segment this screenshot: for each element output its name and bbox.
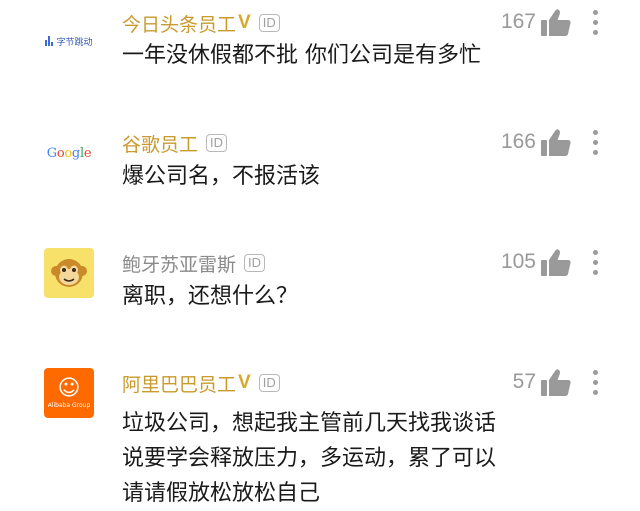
more-options-icon[interactable] xyxy=(590,130,600,158)
avatar[interactable]: 字节跳动 xyxy=(44,16,94,66)
comment-text-line: 说要学会释放压力，多运动，累了可以 xyxy=(122,446,497,471)
like-count: 166 xyxy=(500,130,536,153)
google-letter: G xyxy=(46,145,57,161)
author-row: 阿里巴巴员工 V ID xyxy=(122,368,280,398)
comment-text: 垃圾公司，想起我主管前几天找我谈话 说要学会释放压力，多运动，累了可以 请请假放… xyxy=(122,406,496,511)
comment-text: 爆公司名，不报活该 xyxy=(122,162,320,192)
verified-badge: V xyxy=(238,372,251,393)
comment-item: 字节跳动 今日头条员工 V ID 167 一年没休假都不批 你们公司是有多忙 xyxy=(0,8,640,78)
like-count: 105 xyxy=(500,250,536,273)
author-row: 鲍牙苏亚雷斯 ID xyxy=(122,248,266,278)
comment-item: ☺ Alibaba Group 阿里巴巴员工 V ID 57 垃圾公司，想起我主… xyxy=(0,368,640,508)
comment-item: 鲍牙苏亚雷斯 ID 105 离职，还想什么？ xyxy=(0,248,640,318)
verified-badge: V xyxy=(238,12,251,33)
google-letter: g xyxy=(71,145,80,161)
author-name[interactable]: 阿里巴巴员工 xyxy=(122,370,236,397)
avatar[interactable]: ☺ Alibaba Group xyxy=(44,368,94,418)
more-options-icon[interactable] xyxy=(590,250,600,278)
avatar[interactable]: Google xyxy=(44,128,94,178)
bytedance-logo-icon: 字节跳动 xyxy=(45,35,93,48)
comment-text: 离职，还想什么？ xyxy=(122,282,298,312)
like-count: 167 xyxy=(500,10,536,33)
author-name[interactable]: 鲍牙苏亚雷斯 xyxy=(122,250,236,277)
author-row: 今日头条员工 V ID xyxy=(122,8,280,38)
google-letter: o xyxy=(56,145,65,161)
more-options-icon[interactable] xyxy=(590,10,600,38)
avatar-logo-text: Alibaba Group xyxy=(47,401,91,409)
id-badge: ID xyxy=(244,254,266,272)
id-badge: ID xyxy=(258,14,280,32)
author-name[interactable]: 谷歌员工 xyxy=(122,130,198,157)
thumbs-up-icon[interactable] xyxy=(540,8,572,38)
author-name[interactable]: 今日头条员工 xyxy=(122,10,236,37)
thumbs-up-icon[interactable] xyxy=(540,368,572,398)
like-count: 57 xyxy=(512,370,536,393)
comment-text-line: 爆公司名，不报活该 xyxy=(122,164,321,189)
thumbs-up-icon[interactable] xyxy=(540,128,572,158)
google-letter: o xyxy=(64,145,72,161)
comment-text-line: 垃圾公司，想起我主管前几天找我谈话 xyxy=(122,411,497,436)
id-badge: ID xyxy=(258,374,280,392)
comment-text: 一年没休假都不批 你们公司是有多忙 xyxy=(122,41,481,71)
thumbs-up-icon[interactable] xyxy=(540,248,572,278)
monkey-face-icon xyxy=(51,259,87,287)
author-row: 谷歌员工 ID xyxy=(122,128,228,158)
avatar[interactable] xyxy=(44,248,94,298)
alibaba-logo-icon: ☺ xyxy=(57,375,81,401)
google-letter: e xyxy=(83,145,92,161)
comment-text-line: 离职，还想什么？ xyxy=(122,284,299,309)
comment-text-line: 请请假放松放松自己 xyxy=(122,481,321,506)
comment-text-line: 一年没休假都不批 你们公司是有多忙 xyxy=(122,43,481,68)
comment-item: Google 谷歌员工 ID 166 爆公司名，不报活该 xyxy=(0,128,640,198)
avatar-logo-text: 字节跳动 xyxy=(56,37,93,48)
more-options-icon[interactable] xyxy=(590,370,600,398)
google-logo-icon: Google xyxy=(46,145,92,161)
id-badge: ID xyxy=(206,134,228,152)
